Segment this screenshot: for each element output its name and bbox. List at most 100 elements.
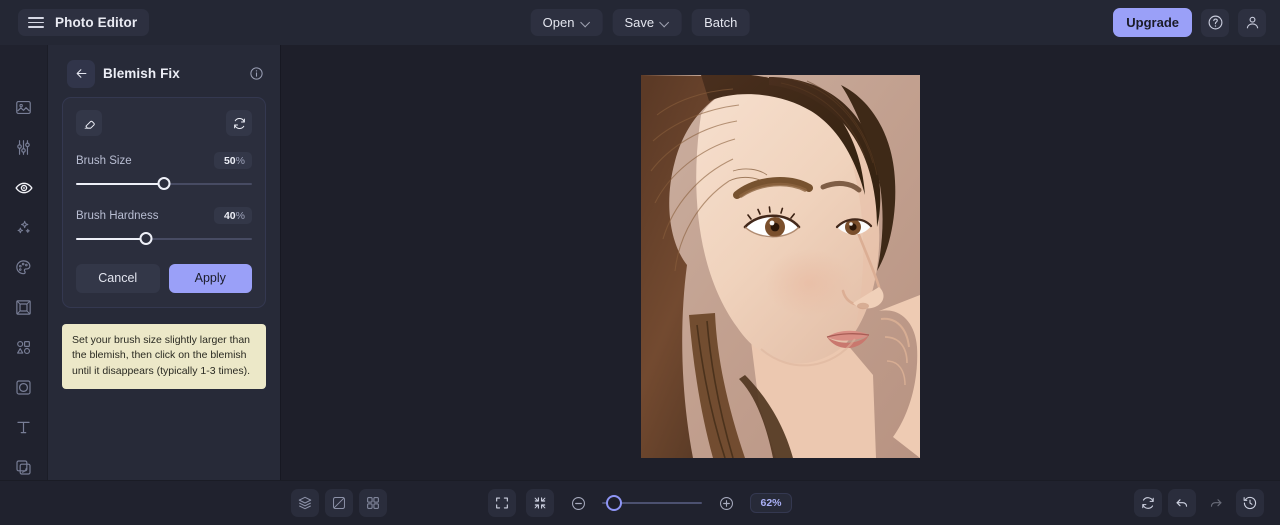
- slider-fill: [76, 183, 164, 185]
- user-icon: [1246, 16, 1258, 29]
- bottom-toolbar: 62%: [0, 480, 1280, 525]
- image-icon: [16, 101, 31, 115]
- sidebar-item-color[interactable]: [9, 255, 39, 281]
- undo-button[interactable]: [1168, 489, 1196, 517]
- layers-stack-icon: [298, 496, 312, 510]
- history-controls: [1134, 489, 1264, 517]
- reset-icon: [233, 117, 245, 129]
- back-button[interactable]: [67, 59, 95, 88]
- cancel-button[interactable]: Cancel: [76, 264, 160, 293]
- slider-handle[interactable]: [157, 177, 171, 190]
- tool-rail: [0, 45, 48, 480]
- open-label: Open: [542, 15, 575, 30]
- sidebar-item-effects[interactable]: [9, 215, 39, 241]
- layers-copy-icon: [16, 460, 31, 475]
- layers-button[interactable]: [291, 489, 319, 517]
- panel-info-button[interactable]: [246, 64, 266, 84]
- canvas-area[interactable]: [280, 45, 1280, 480]
- slider-handle[interactable]: [139, 232, 153, 245]
- file-actions: Open Save Batch: [530, 9, 750, 36]
- brush-size-label: Brush Size: [76, 154, 132, 167]
- fit-screen-button[interactable]: [526, 489, 554, 517]
- arrow-left-icon: [76, 69, 86, 78]
- history-button[interactable]: [1236, 489, 1264, 517]
- sidebar-item-image[interactable]: [9, 95, 39, 121]
- question-circle-icon: [1208, 15, 1222, 30]
- slider-fill: [76, 238, 147, 240]
- zoom-in-button[interactable]: [712, 489, 740, 517]
- brush-size-control: Brush Size 50%: [76, 152, 252, 191]
- plus-circle-icon: [719, 496, 733, 510]
- history-icon: [1243, 496, 1257, 510]
- eraser-tool-button[interactable]: [76, 110, 102, 136]
- brush-size-slider[interactable]: [76, 177, 252, 191]
- brush-hardness-slider[interactable]: [76, 232, 252, 246]
- brush-hardness-label: Brush Hardness: [76, 209, 159, 222]
- hamburger-icon: [28, 17, 44, 28]
- batch-label: Batch: [704, 15, 738, 30]
- photo-canvas[interactable]: [641, 75, 920, 458]
- sidebar-item-retouch[interactable]: [9, 175, 39, 201]
- compare-button[interactable]: [325, 489, 353, 517]
- portrait-photo-woman-face: [641, 75, 920, 458]
- eraser-icon: [84, 120, 95, 129]
- fullscreen-button[interactable]: [488, 489, 516, 517]
- info-circle-icon: [249, 67, 263, 80]
- grid-view-button[interactable]: [359, 489, 387, 517]
- top-toolbar: Photo Editor Open Save Batch Upgrade: [0, 0, 1280, 45]
- fullscreen-icon: [496, 497, 508, 509]
- batch-button[interactable]: Batch: [692, 9, 750, 36]
- apply-button[interactable]: Apply: [168, 264, 252, 293]
- brush-hardness-control: Brush Hardness 40%: [76, 207, 252, 246]
- blemish-fix-controls: Brush Size 50% Brush Hardness 40% Cancel…: [62, 97, 266, 308]
- zoom-out-button[interactable]: [564, 489, 592, 517]
- reset-button[interactable]: [1134, 489, 1162, 517]
- compare-split-icon: [333, 497, 345, 509]
- eye-icon: [14, 182, 33, 194]
- action-buttons: Cancel Apply: [76, 264, 252, 293]
- account-actions: Upgrade: [1113, 8, 1266, 37]
- reset-rotate-icon: [1142, 497, 1154, 509]
- tool-row: [76, 110, 252, 136]
- sidebar-item-filters[interactable]: [9, 374, 39, 400]
- brush-hardness-value: 40%: [214, 207, 252, 224]
- sidebar-item-shapes[interactable]: [9, 334, 39, 360]
- brush-size-value: 50%: [214, 152, 252, 169]
- save-label: Save: [624, 15, 655, 30]
- hint-text: Set your brush size slightly larger than…: [62, 323, 266, 389]
- open-button[interactable]: Open: [530, 9, 603, 36]
- app-title: Photo Editor: [55, 15, 138, 30]
- panel-title: Blemish Fix: [103, 66, 180, 81]
- redo-icon: [1210, 499, 1222, 507]
- reset-brush-button[interactable]: [226, 110, 252, 136]
- undo-icon: [1176, 499, 1188, 507]
- save-button[interactable]: Save: [612, 9, 683, 36]
- tool-panel: Blemish Fix Brush Size 50% Brush Hardnes…: [48, 45, 280, 480]
- sliders-icon: [17, 140, 30, 156]
- zoom-level-value[interactable]: 62%: [750, 493, 792, 513]
- panel-header: Blemish Fix: [62, 45, 266, 93]
- grid-view-icon: [367, 497, 379, 509]
- chevron-down-icon: [661, 18, 670, 27]
- palette-icon: [16, 260, 31, 275]
- sidebar-item-text[interactable]: [9, 414, 39, 440]
- app-menu-button[interactable]: Photo Editor: [18, 9, 150, 36]
- sidebar-item-layers[interactable]: [9, 454, 39, 480]
- help-button[interactable]: [1201, 8, 1229, 37]
- zoom-slider[interactable]: [602, 495, 702, 511]
- text-t-icon: [17, 421, 30, 433]
- redo-button[interactable]: [1202, 489, 1230, 517]
- account-button[interactable]: [1238, 8, 1266, 37]
- frame-icon: [16, 300, 31, 315]
- shapes-icon: [17, 340, 31, 354]
- fit-screen-icon: [534, 497, 546, 509]
- zoom-controls: 62%: [488, 489, 792, 517]
- view-tools-left: [291, 489, 387, 517]
- chevron-down-icon: [581, 18, 590, 27]
- filter-blob-icon: [16, 380, 31, 395]
- sidebar-item-adjustments[interactable]: [9, 135, 39, 161]
- sparkles-icon: [17, 220, 30, 234]
- sidebar-item-frame[interactable]: [9, 295, 39, 321]
- zoom-slider-handle[interactable]: [606, 495, 622, 511]
- upgrade-button[interactable]: Upgrade: [1113, 8, 1192, 37]
